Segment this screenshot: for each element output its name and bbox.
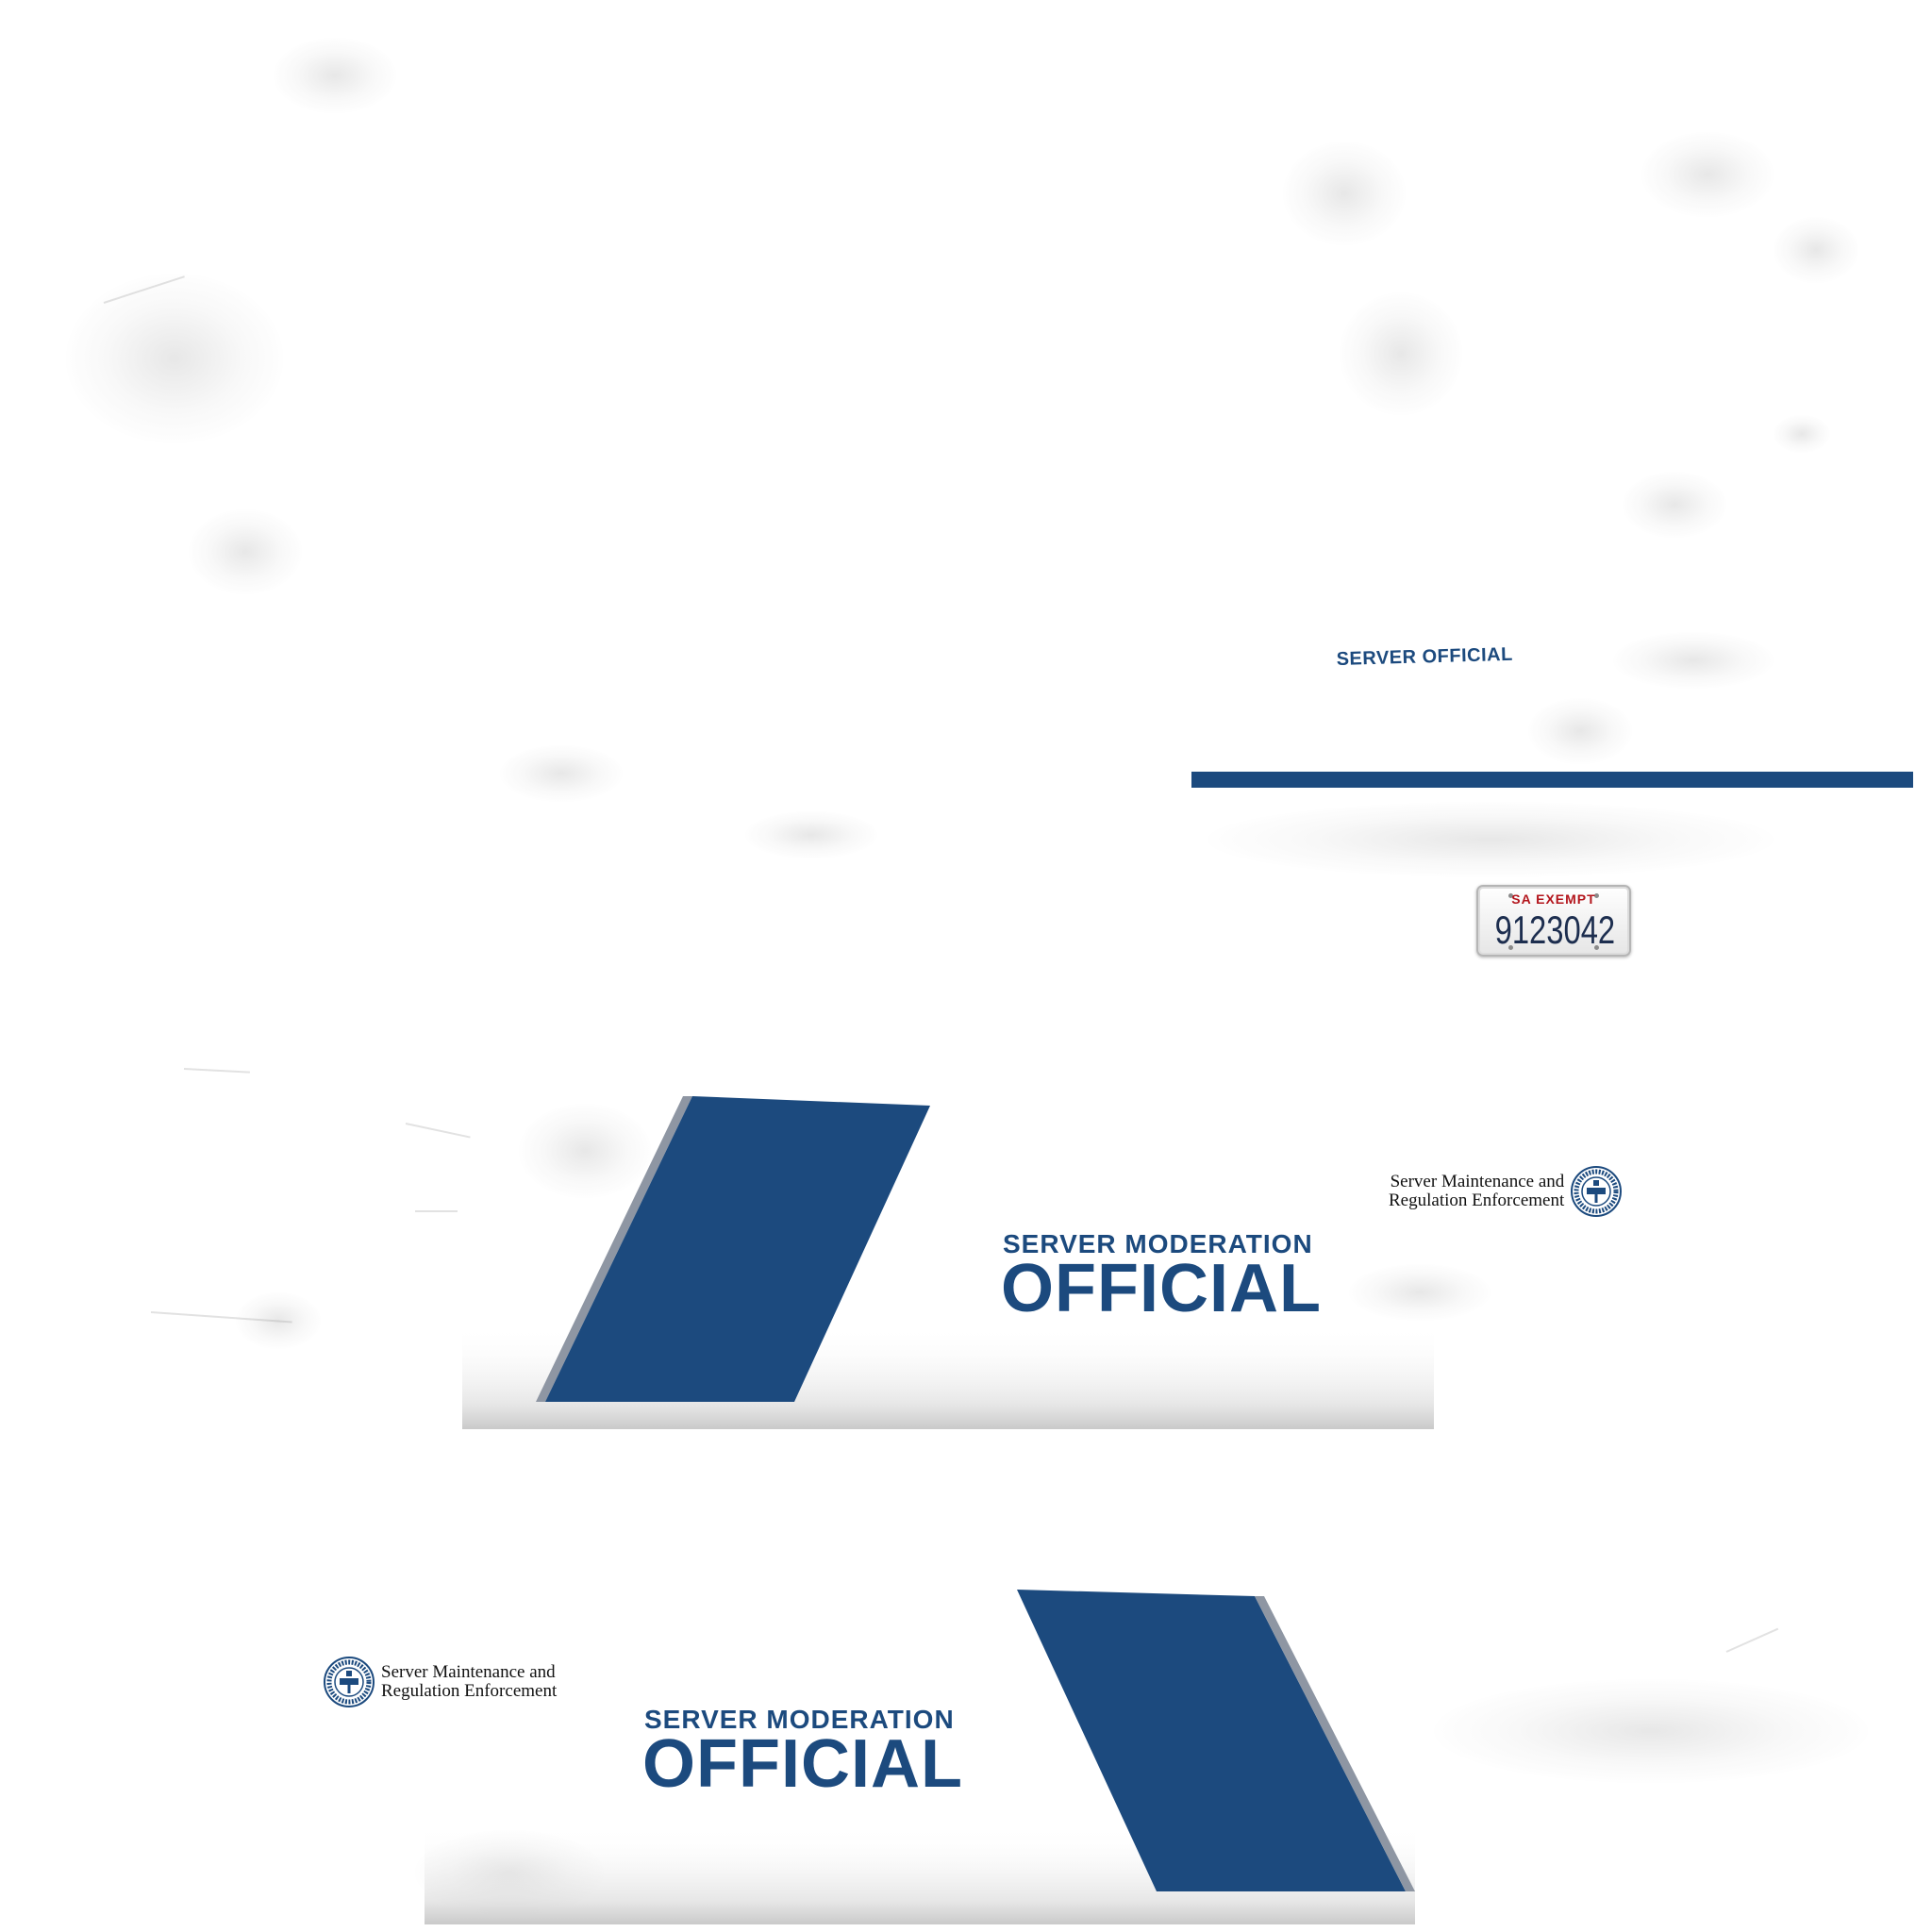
upper-agency-text: Server Maintenance and Regulation Enforc… [1389, 1173, 1564, 1210]
agency-seal-icon [324, 1657, 375, 1707]
wear-mark [1208, 802, 1774, 877]
wear-mark [1434, 1679, 1868, 1783]
upper-agency-line1: Server Maintenance and [1390, 1172, 1565, 1191]
top-blue-stripe [1191, 772, 1913, 788]
wear-mark [189, 509, 302, 594]
upper-side-panel: SERVER MODERATION OFFICIAL [462, 1075, 1434, 1429]
lower-agency-block: Server Maintenance and Regulation Enforc… [323, 1656, 557, 1708]
wear-mark [1774, 415, 1830, 453]
license-plate: SA EXEMPT 9123042 [1476, 885, 1631, 957]
plate-header: SA EXEMPT [1511, 891, 1596, 907]
wear-mark [1641, 132, 1774, 217]
scratch-mark [103, 275, 185, 304]
wear-mark [1623, 472, 1726, 538]
vehicle-livery-texture: SERVER OFFICIAL SA EXEMPT 9123042 SERVER… [0, 0, 1932, 1932]
scratch-mark [415, 1210, 458, 1212]
wear-mark [1774, 217, 1858, 283]
plate-number: 9123042 [1494, 908, 1616, 952]
wear-mark [1340, 292, 1462, 415]
lower-agency-line2: Regulation Enforcement [381, 1681, 558, 1701]
wear-mark [236, 1292, 321, 1349]
lower-side-panel: SERVER MODERATION OFFICIAL [425, 1575, 1415, 1924]
wear-mark [745, 811, 877, 858]
scratch-mark [183, 1068, 250, 1074]
upper-agency-block: Server Maintenance and Regulation Enforc… [1389, 1165, 1623, 1218]
agency-seal-icon [1571, 1166, 1623, 1217]
server-official-label: SERVER OFFICIAL [1336, 643, 1514, 671]
wear-mark [1613, 632, 1774, 689]
upper-title-big: OFFICIAL [1001, 1251, 1322, 1326]
wear-mark [500, 745, 623, 802]
wear-mark [1283, 142, 1406, 245]
scratch-mark [1725, 1627, 1779, 1653]
scratch-mark [405, 1123, 471, 1139]
wear-mark [66, 274, 283, 443]
lower-title-big: OFFICIAL [642, 1726, 963, 1802]
wear-mark [1528, 698, 1632, 764]
wear-mark [274, 38, 396, 113]
upper-agency-line2: Regulation Enforcement [1389, 1191, 1565, 1210]
scratch-mark [150, 1311, 292, 1324]
lower-agency-text: Server Maintenance and Regulation Enforc… [381, 1663, 557, 1701]
lower-agency-line1: Server Maintenance and [381, 1662, 556, 1682]
